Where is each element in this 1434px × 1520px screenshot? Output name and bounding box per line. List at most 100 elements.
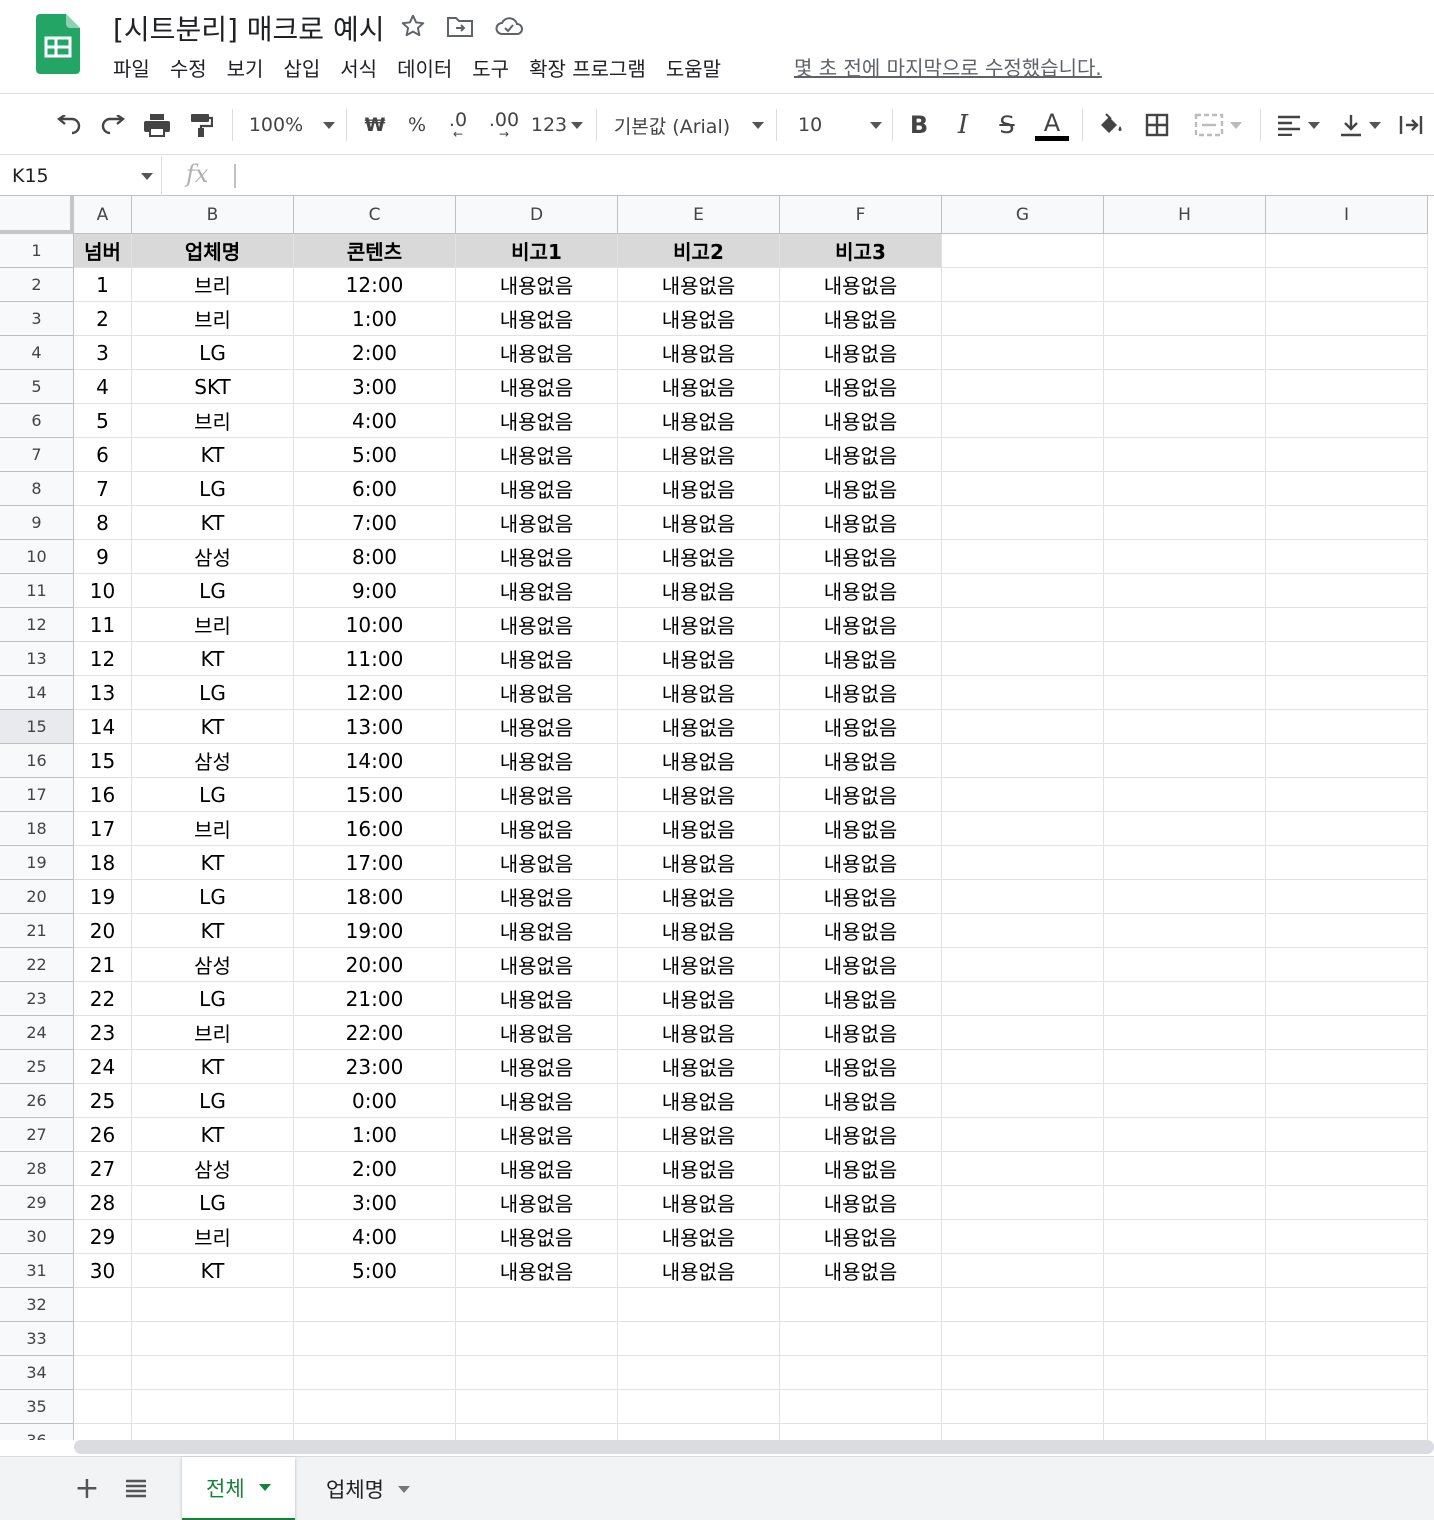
- empty-cell[interactable]: [1104, 1118, 1266, 1152]
- empty-cell[interactable]: [942, 472, 1104, 506]
- table-cell[interactable]: 내용없음: [780, 302, 942, 336]
- table-cell[interactable]: 브리: [132, 1220, 294, 1254]
- table-cell[interactable]: 3: [74, 336, 132, 370]
- column-header[interactable]: I: [1266, 196, 1428, 234]
- row-header[interactable]: 10: [0, 540, 74, 574]
- row-header[interactable]: 9: [0, 506, 74, 540]
- header-cell[interactable]: 비고3: [780, 234, 942, 268]
- table-cell[interactable]: LG: [132, 1186, 294, 1220]
- table-cell[interactable]: 11:00: [294, 642, 456, 676]
- table-cell[interactable]: 브리: [132, 302, 294, 336]
- table-cell[interactable]: 23:00: [294, 1050, 456, 1084]
- table-cell[interactable]: 내용없음: [618, 540, 780, 574]
- table-cell[interactable]: 내용없음: [780, 404, 942, 438]
- empty-cell[interactable]: [942, 234, 1104, 268]
- table-cell[interactable]: 25: [74, 1084, 132, 1118]
- table-cell[interactable]: 내용없음: [618, 268, 780, 302]
- table-cell[interactable]: 브리: [132, 812, 294, 846]
- table-cell[interactable]: KT: [132, 1050, 294, 1084]
- empty-cell[interactable]: [942, 574, 1104, 608]
- empty-cell[interactable]: [1104, 1424, 1266, 1440]
- paint-format-icon[interactable]: [184, 105, 218, 145]
- table-cell[interactable]: 내용없음: [456, 302, 618, 336]
- empty-cell[interactable]: [1266, 1254, 1428, 1288]
- table-cell[interactable]: KT: [132, 710, 294, 744]
- empty-cell[interactable]: [618, 1322, 780, 1356]
- table-cell[interactable]: 내용없음: [456, 948, 618, 982]
- table-cell[interactable]: 내용없음: [618, 302, 780, 336]
- table-cell[interactable]: LG: [132, 778, 294, 812]
- table-cell[interactable]: 10:00: [294, 608, 456, 642]
- table-cell[interactable]: 17:00: [294, 846, 456, 880]
- row-header[interactable]: 27: [0, 1118, 74, 1152]
- row-header[interactable]: 22: [0, 948, 74, 982]
- menu-item[interactable]: 도움말: [656, 53, 731, 82]
- table-cell[interactable]: 19: [74, 880, 132, 914]
- column-header[interactable]: H: [1104, 196, 1266, 234]
- table-cell[interactable]: 내용없음: [618, 1254, 780, 1288]
- empty-cell[interactable]: [1104, 880, 1266, 914]
- empty-cell[interactable]: [780, 1356, 942, 1390]
- empty-cell[interactable]: [942, 268, 1104, 302]
- table-cell[interactable]: 내용없음: [618, 812, 780, 846]
- empty-cell[interactable]: [618, 1356, 780, 1390]
- table-cell[interactable]: 내용없음: [456, 574, 618, 608]
- table-cell[interactable]: 18:00: [294, 880, 456, 914]
- empty-cell[interactable]: [456, 1424, 618, 1440]
- menu-item[interactable]: 서식: [330, 53, 387, 82]
- empty-cell[interactable]: [1104, 948, 1266, 982]
- empty-cell[interactable]: [1104, 472, 1266, 506]
- folder-move-icon[interactable]: [444, 10, 476, 42]
- empty-cell[interactable]: [1266, 1084, 1428, 1118]
- italic-button[interactable]: I: [946, 105, 980, 145]
- empty-cell[interactable]: [942, 438, 1104, 472]
- empty-cell[interactable]: [942, 1254, 1104, 1288]
- empty-cell[interactable]: [1266, 1288, 1428, 1322]
- row-header[interactable]: 35: [0, 1390, 74, 1424]
- empty-cell[interactable]: [1104, 302, 1266, 336]
- empty-cell[interactable]: [1266, 370, 1428, 404]
- empty-cell[interactable]: [780, 1322, 942, 1356]
- empty-cell[interactable]: [1266, 914, 1428, 948]
- empty-cell[interactable]: [1266, 880, 1428, 914]
- menu-item[interactable]: 삽입: [273, 53, 330, 82]
- table-cell[interactable]: 내용없음: [780, 506, 942, 540]
- redo-icon[interactable]: [96, 105, 130, 145]
- table-cell[interactable]: 내용없음: [780, 336, 942, 370]
- table-cell[interactable]: LG: [132, 880, 294, 914]
- table-cell[interactable]: 내용없음: [780, 1118, 942, 1152]
- table-cell[interactable]: 1: [74, 268, 132, 302]
- table-cell[interactable]: 내용없음: [618, 676, 780, 710]
- table-cell[interactable]: LG: [132, 676, 294, 710]
- table-cell[interactable]: 내용없음: [456, 540, 618, 574]
- empty-cell[interactable]: [1266, 438, 1428, 472]
- empty-cell[interactable]: [74, 1322, 132, 1356]
- table-cell[interactable]: 27: [74, 1152, 132, 1186]
- table-cell[interactable]: 내용없음: [618, 710, 780, 744]
- table-cell[interactable]: 20:00: [294, 948, 456, 982]
- document-title[interactable]: [시트분리] 매크로 예시: [113, 8, 385, 48]
- table-cell[interactable]: 내용없음: [780, 1220, 942, 1254]
- empty-cell[interactable]: [1104, 642, 1266, 676]
- empty-cell[interactable]: [294, 1424, 456, 1440]
- column-header[interactable]: A: [74, 196, 132, 234]
- fill-color-icon[interactable]: [1094, 105, 1128, 145]
- table-cell[interactable]: 22: [74, 982, 132, 1016]
- empty-cell[interactable]: [1266, 982, 1428, 1016]
- table-cell[interactable]: KT: [132, 642, 294, 676]
- empty-cell[interactable]: [1266, 404, 1428, 438]
- table-cell[interactable]: 내용없음: [456, 1254, 618, 1288]
- table-cell[interactable]: 3:00: [294, 370, 456, 404]
- table-cell[interactable]: 내용없음: [618, 506, 780, 540]
- table-cell[interactable]: 내용없음: [618, 914, 780, 948]
- table-cell[interactable]: 내용없음: [456, 404, 618, 438]
- table-cell[interactable]: 내용없음: [780, 1050, 942, 1084]
- row-header[interactable]: 23: [0, 982, 74, 1016]
- table-cell[interactable]: 내용없음: [780, 948, 942, 982]
- header-cell[interactable]: 비고2: [618, 234, 780, 268]
- row-header[interactable]: 25: [0, 1050, 74, 1084]
- empty-cell[interactable]: [456, 1288, 618, 1322]
- menu-item[interactable]: 보기: [217, 53, 274, 82]
- table-cell[interactable]: 내용없음: [456, 1084, 618, 1118]
- empty-cell[interactable]: [942, 506, 1104, 540]
